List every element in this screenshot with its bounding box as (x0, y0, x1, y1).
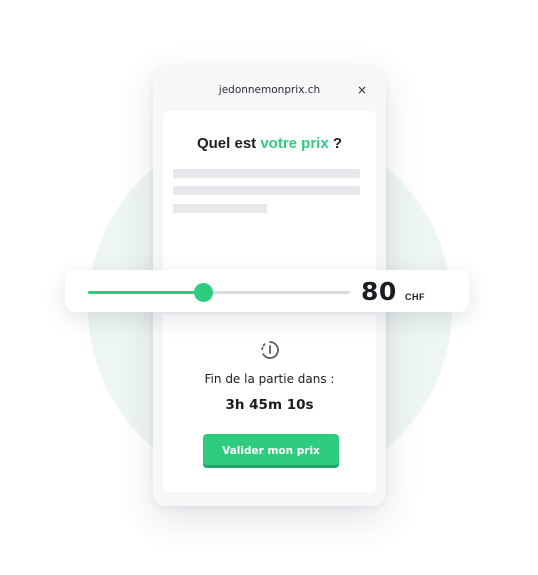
price-slider-fill (88, 291, 204, 294)
price-currency: CHF (405, 292, 425, 302)
price-slider-track[interactable] (88, 283, 350, 302)
placeholder-text-line (173, 186, 360, 195)
price-slider-bar: 80 CHF (65, 270, 469, 312)
countdown-value: 3h 45m 10s (225, 397, 314, 413)
question-highlight: votre prix (260, 135, 329, 152)
timer-card: Fin de la partie dans : 3h 45m 10s Valid… (163, 314, 376, 492)
question-title: Quel est votre prix ? (163, 135, 376, 152)
submit-price-button[interactable]: Valider mon prix (203, 434, 339, 468)
question-suffix: ? (328, 135, 343, 152)
domain-title: jedonnemonprix.ch (218, 84, 321, 96)
timer-icon (261, 341, 279, 359)
close-icon[interactable]: × (354, 82, 370, 98)
placeholder-text-line (173, 169, 360, 178)
question-card: Quel est votre prix ? (163, 111, 376, 283)
price-slider-thumb[interactable] (194, 283, 214, 302)
price-amount: 80 (361, 277, 397, 306)
popup-header: jedonnemonprix.ch × (153, 66, 386, 114)
question-prefix: Quel est (196, 135, 261, 152)
end-of-game-label: Fin de la partie dans : (204, 372, 335, 386)
placeholder-text-line (173, 204, 267, 213)
